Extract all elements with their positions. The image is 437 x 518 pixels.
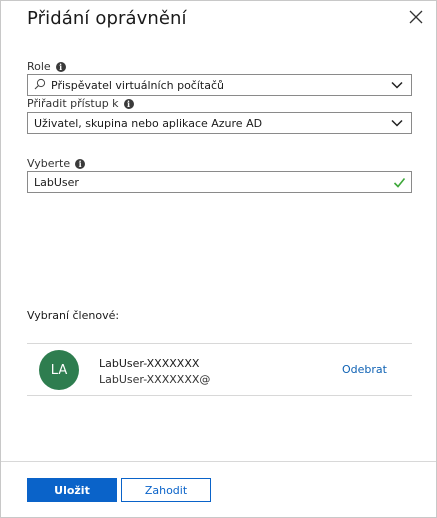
avatar: LA [39,350,79,390]
checkmark-icon [389,172,409,192]
member-row: LA LabUser-XXXXXXX LabUser-XXXXXXX@ Odeb… [27,343,412,396]
add-permission-panel: Přidání oprávnění Role i Přispěvatel vir… [0,0,437,518]
chevron-down-icon[interactable] [387,75,407,95]
chevron-down-icon[interactable] [387,113,407,133]
assign-access-label-text: Přiřadit přístup k [27,97,119,110]
panel-title: Přidání oprávnění [27,8,187,29]
role-label: Role i [27,60,66,74]
select-label: Vyberte i [27,157,86,171]
footer-divider [1,461,436,462]
select-input[interactable] [28,175,389,189]
discard-button[interactable]: Zahodit [121,478,211,502]
info-icon[interactable]: i [123,99,134,109]
select-label-text: Vyberte [27,157,71,170]
save-button[interactable]: Uložit [27,478,117,502]
assign-access-label: Přiřadit přístup k i [27,97,134,111]
assign-access-value: Uživatel, skupina nebo aplikace Azure AD [34,116,263,130]
select-input-wrapper [27,171,412,193]
info-icon[interactable]: i [75,159,86,169]
role-value: Přispěvatel virtuálních počítačů [51,78,224,92]
member-email: LabUser-XXXXXXX@ [99,373,211,386]
member-name: LabUser-XXXXXXX [99,357,200,370]
remove-member-link[interactable]: Odebrat [342,363,387,376]
info-icon[interactable]: i [55,62,66,72]
search-icon [34,78,48,92]
close-icon[interactable] [406,7,426,27]
assign-access-dropdown[interactable]: Uživatel, skupina nebo aplikace Azure AD [27,112,412,134]
role-dropdown[interactable]: Přispěvatel virtuálních počítačů [27,74,412,96]
selected-members-title: Vybraní členové: [27,309,120,322]
role-label-text: Role [27,60,51,73]
